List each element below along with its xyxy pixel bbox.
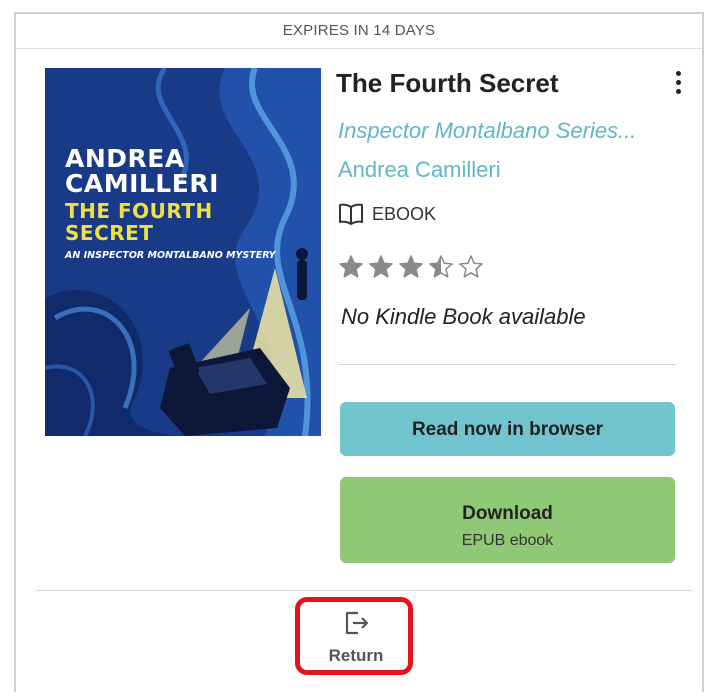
format-indicator: EBOOK <box>338 200 436 228</box>
return-exit-icon <box>345 611 369 635</box>
expires-banner: EXPIRES IN 14 DAYS <box>16 14 702 49</box>
open-book-icon <box>339 203 363 225</box>
star-empty-icon <box>459 255 483 278</box>
loan-card: EXPIRES IN 14 DAYS ANDREA CAMILLERI THE … <box>14 12 704 692</box>
more-options-icon[interactable] <box>668 68 688 102</box>
divider <box>36 590 692 591</box>
read-now-button[interactable]: Read now in browser <box>340 402 675 456</box>
star-full-icon <box>339 255 363 278</box>
book-cover[interactable]: ANDREA CAMILLERI THE FOURTH SECRET AN IN… <box>45 68 321 436</box>
book-title[interactable]: The Fourth Secret <box>336 68 558 99</box>
author-link[interactable]: Andrea Camilleri <box>338 157 501 183</box>
kindle-status: No Kindle Book available <box>341 304 586 329</box>
series-link[interactable]: Inspector Montalbano Series... <box>338 118 690 144</box>
return-label: Return <box>328 646 384 665</box>
return-button[interactable]: Return <box>321 609 391 671</box>
download-label: Download <box>462 503 553 524</box>
star-full-icon <box>369 255 393 278</box>
divider <box>338 364 676 365</box>
star-full-icon <box>399 255 423 278</box>
download-format: EPUB ebook <box>461 532 554 549</box>
star-rating[interactable] <box>338 254 488 280</box>
cover-title: THE FOURTH SECRET <box>65 199 213 245</box>
cover-subtitle: AN INSPECTOR MONTALBANO MYSTERY <box>65 250 276 261</box>
format-label: EBOOK <box>372 203 437 224</box>
star-half-icon <box>429 255 453 278</box>
download-button[interactable]: Download EPUB ebook <box>340 477 675 563</box>
cover-author: ANDREA CAMILLERI <box>65 144 219 198</box>
